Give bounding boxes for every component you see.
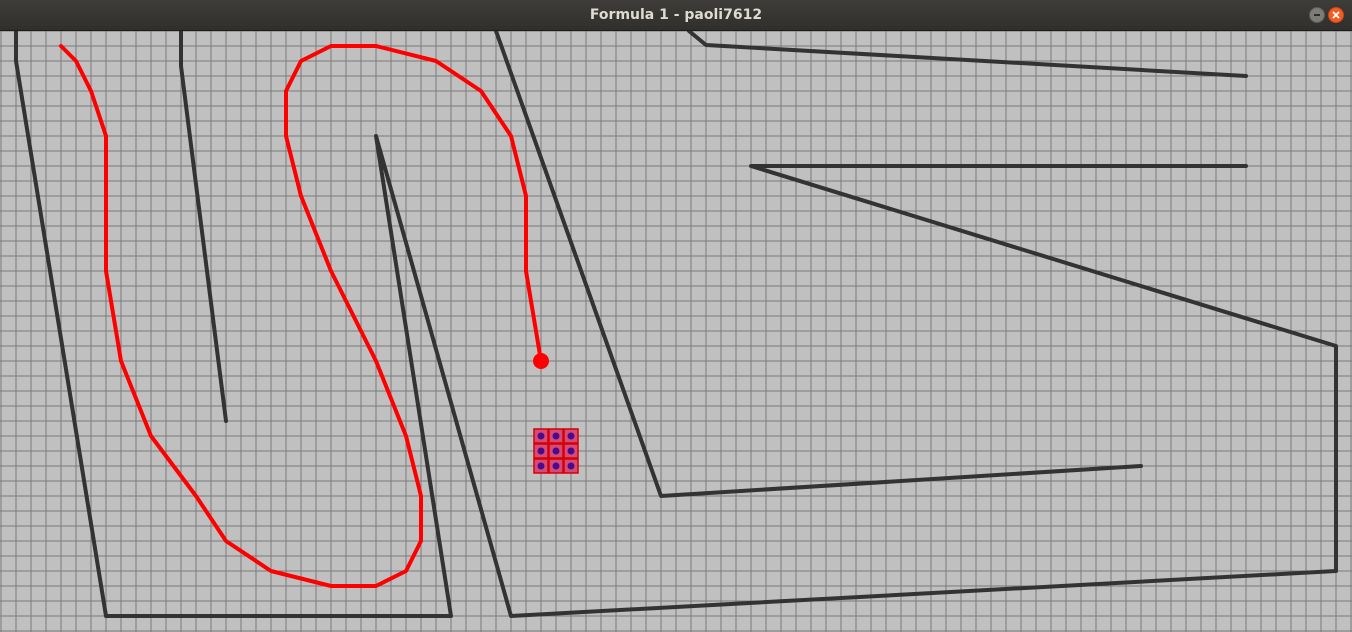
player-car[interactable]	[533, 353, 549, 369]
move-option-dot	[552, 462, 560, 470]
move-option[interactable]	[533, 458, 549, 474]
move-option[interactable]	[563, 443, 579, 459]
move-option-dot	[567, 432, 575, 440]
next-move-options[interactable]	[533, 428, 579, 474]
title-bar[interactable]: Formula 1 - paoli7612	[0, 0, 1352, 31]
move-option[interactable]	[548, 458, 564, 474]
app-window: Formula 1 - paoli7612	[0, 0, 1352, 632]
window-title: Formula 1 - paoli7612	[589, 7, 763, 23]
move-option-dot	[552, 447, 560, 455]
move-option[interactable]	[563, 458, 579, 474]
move-option[interactable]	[563, 428, 579, 444]
race-board[interactable]	[0, 31, 1352, 632]
move-option-dot	[567, 462, 575, 470]
close-icon	[1332, 11, 1340, 19]
move-option-dot	[537, 462, 545, 470]
minimize-button[interactable]	[1309, 7, 1325, 23]
move-option-dot	[552, 432, 560, 440]
close-button[interactable]	[1328, 7, 1344, 23]
move-option[interactable]	[533, 443, 549, 459]
move-option-dot	[537, 447, 545, 455]
move-option-dot	[537, 432, 545, 440]
move-option[interactable]	[533, 428, 549, 444]
minimize-icon	[1314, 14, 1320, 16]
move-option[interactable]	[548, 443, 564, 459]
move-option[interactable]	[548, 428, 564, 444]
move-option-dot	[567, 447, 575, 455]
